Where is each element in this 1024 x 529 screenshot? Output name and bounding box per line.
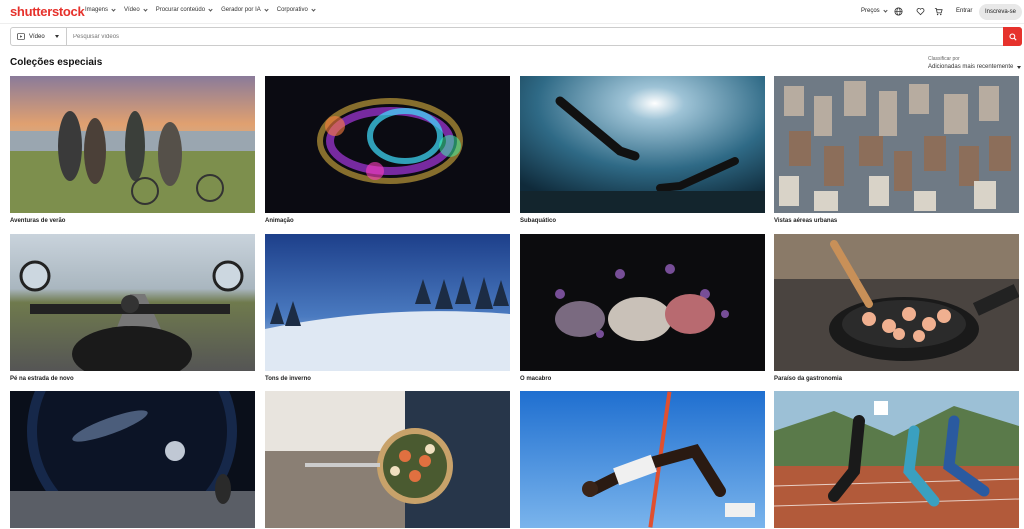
globe-icon[interactable]	[893, 6, 904, 17]
media-type-label: Vídeo	[29, 33, 45, 40]
collection-title[interactable]: Pé na estrada de novo	[10, 376, 255, 382]
chevron-down-icon	[311, 6, 316, 12]
search-button[interactable]	[1003, 27, 1022, 46]
chevron-down-icon	[883, 7, 888, 13]
collection-title[interactable]: Subaquático	[520, 218, 765, 224]
collection-thumbnail[interactable]	[774, 391, 1019, 528]
chevron-down-icon	[208, 6, 213, 12]
nav-imagens-label: Imagens	[85, 7, 109, 13]
media-type-select[interactable]: Vídeo	[11, 28, 67, 45]
nav-corporativo-label: Corporativo	[276, 7, 308, 13]
collection-card[interactable]	[774, 391, 1019, 529]
precos-label: Preços	[861, 8, 880, 14]
nav-imagens[interactable]: Imagens	[85, 6, 116, 13]
shutterstock-logo[interactable]: shutterstock	[10, 4, 85, 19]
collection-thumbnail[interactable]	[10, 76, 255, 213]
cart-icon[interactable]	[933, 6, 944, 17]
main-nav-links: Imagens Vídeo Procurar conteúdo Gerador …	[85, 6, 316, 13]
collection-title[interactable]: Animação	[265, 218, 510, 224]
collection-thumbnail[interactable]	[265, 391, 510, 528]
collection-thumbnail[interactable]	[10, 391, 255, 528]
collection-title[interactable]: Paraíso da gastronomia	[774, 376, 1019, 382]
collection-thumbnail[interactable]	[520, 76, 765, 213]
collection-card[interactable]: Pé na estrada de novo	[10, 234, 255, 382]
collection-thumbnail[interactable]	[774, 76, 1019, 213]
sort-select[interactable]: Adicionadas mais recentemente	[928, 64, 1022, 70]
sort-label: Classificar por	[928, 56, 960, 62]
nav-procurar-conteudo[interactable]: Procurar conteúdo	[155, 6, 213, 13]
collection-card[interactable]	[520, 391, 765, 529]
nav-corporativo[interactable]: Corporativo	[276, 6, 316, 13]
collection-card[interactable]	[265, 391, 510, 529]
collection-title[interactable]: Aventuras de verão	[10, 218, 255, 224]
collection-thumbnail[interactable]	[774, 234, 1019, 371]
search-input[interactable]	[67, 28, 1003, 45]
chevron-down-icon	[143, 6, 148, 12]
nav-gerador-label: Gerador por IA	[221, 7, 261, 13]
caret-down-icon	[54, 35, 59, 38]
nav-precos[interactable]: Preços	[861, 7, 888, 14]
collection-card[interactable]: O macabro	[520, 234, 765, 382]
caret-down-icon	[1017, 65, 1022, 69]
inscreva-se-button[interactable]: Inscreva-se	[979, 4, 1022, 20]
collection-thumbnail[interactable]	[265, 234, 510, 371]
nav-video[interactable]: Vídeo	[124, 6, 148, 13]
chevron-down-icon	[264, 6, 269, 12]
collection-card[interactable]: Paraíso da gastronomia	[774, 234, 1019, 382]
collection-title[interactable]: O macabro	[520, 376, 765, 382]
chevron-down-icon	[111, 6, 116, 12]
collection-card[interactable]: Vistas aéreas urbanas	[774, 76, 1019, 224]
heart-icon[interactable]	[915, 6, 926, 17]
collection-thumbnail[interactable]	[10, 234, 255, 371]
collection-card[interactable]: Subaquático	[520, 76, 765, 224]
collection-card[interactable]	[10, 391, 255, 529]
entrar-link[interactable]: Entrar	[956, 8, 972, 14]
search-icon	[1008, 32, 1017, 41]
collection-card[interactable]: Tons de inverno	[265, 234, 510, 382]
collection-title[interactable]: Tons de inverno	[265, 376, 510, 382]
collection-thumbnail[interactable]	[520, 234, 765, 371]
nav-gerador-ia[interactable]: Gerador por IA	[221, 6, 269, 13]
collection-thumbnail[interactable]	[265, 76, 510, 213]
nav-video-label: Vídeo	[124, 7, 140, 13]
nav-procurar-label: Procurar conteúdo	[155, 7, 206, 13]
collection-thumbnail[interactable]	[520, 391, 765, 528]
sort-value: Adicionadas mais recentemente	[928, 64, 1014, 70]
top-nav: shutterstock Imagens Vídeo Procurar cont…	[0, 0, 1024, 24]
collection-card[interactable]: Animação	[265, 76, 510, 224]
collection-title[interactable]: Vistas aéreas urbanas	[774, 218, 1019, 224]
section-title: Coleções especiais	[10, 57, 103, 68]
collection-card[interactable]: Aventuras de verão	[10, 76, 255, 224]
video-icon	[17, 33, 25, 40]
search-bar: Vídeo	[10, 27, 1022, 46]
